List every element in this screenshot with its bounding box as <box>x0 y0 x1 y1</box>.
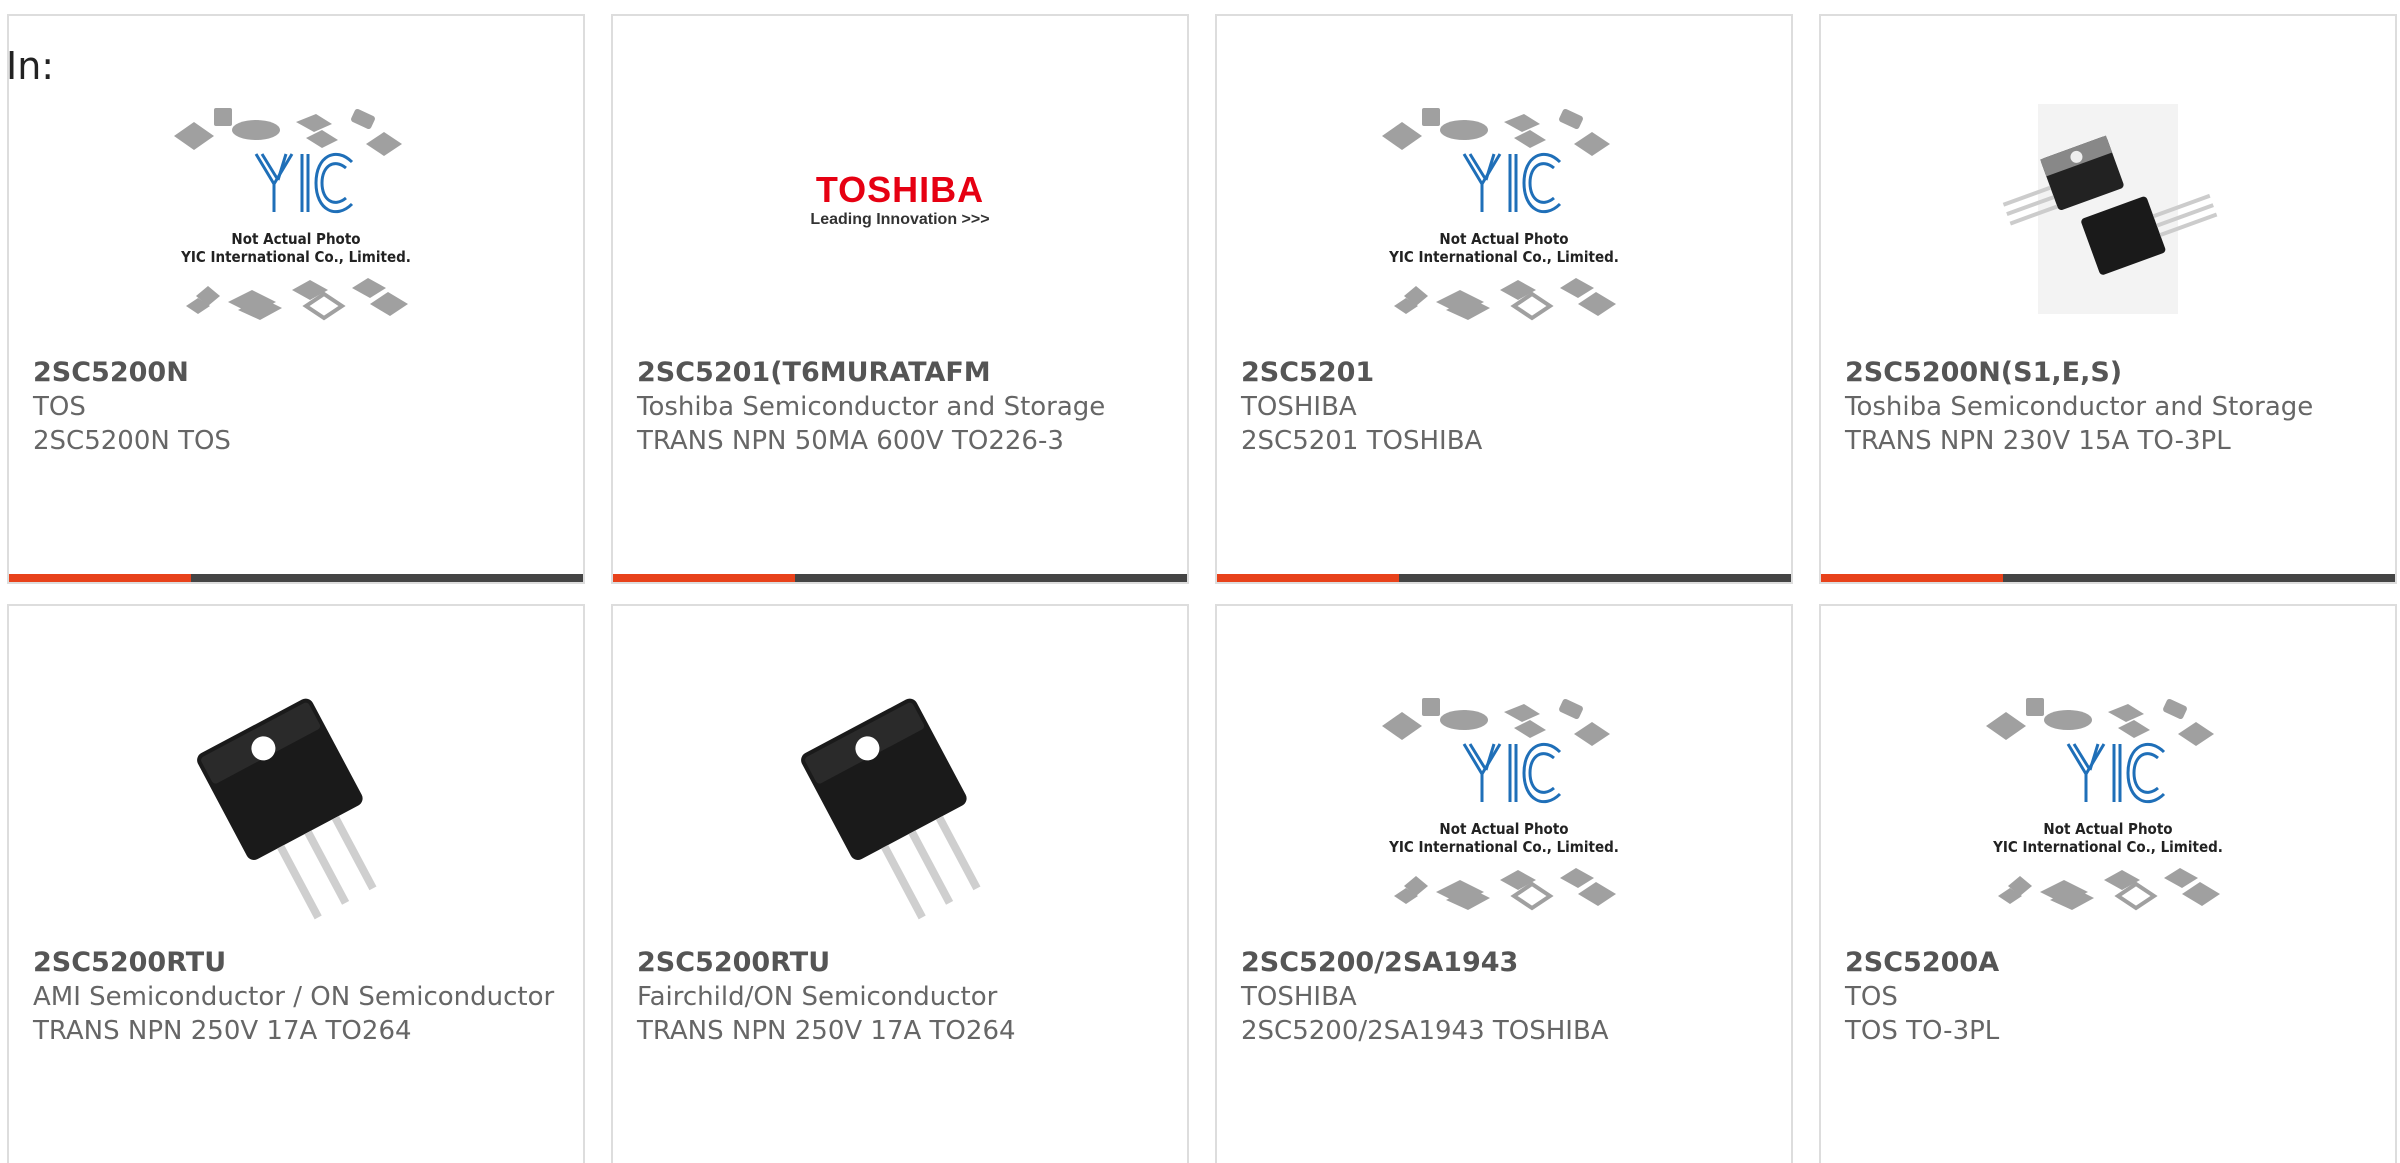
card-accent-bar <box>613 574 1187 582</box>
manufacturer-text: TOSHIBA <box>1241 392 1357 422</box>
card-accent-bar <box>1217 574 1791 582</box>
product-card[interactable]: TOSHIBA Leading Innovation >>> 2SC5201(T… <box>611 14 1189 584</box>
part-number-link[interactable]: 2SC5201(T6MURATAFM <box>637 356 1167 390</box>
placeholder-line1: Not Actual Photo <box>1439 820 1568 838</box>
product-card[interactable]: 2SC5200N(S1,E,S) Toshiba Semiconductor a… <box>1819 14 2397 584</box>
product-image[interactable] <box>1968 84 2248 334</box>
product-image[interactable]: Not Actual Photo YIC International Co., … <box>1968 674 2248 924</box>
product-card[interactable]: Not Actual Photo YIC International Co., … <box>1819 604 2397 1163</box>
product-image[interactable] <box>156 674 436 924</box>
toshiba-brand-text: TOSHIBA <box>816 169 984 210</box>
product-info: 2SC5200N(S1,E,S) Toshiba Semiconductor a… <box>1845 356 2375 458</box>
product-card[interactable]: Not Actual Photo YIC International Co., … <box>7 14 585 584</box>
card-accent-segment <box>1821 574 2003 582</box>
manufacturer-text: Fairchild/ON Semiconductor <box>637 982 998 1012</box>
product-card[interactable]: 2SC5200RTU AMI Semiconductor / ON Semico… <box>7 604 585 1163</box>
product-card[interactable]: Not Actual Photo YIC International Co., … <box>1215 604 1793 1163</box>
placeholder-line1: Not Actual Photo <box>2043 820 2172 838</box>
description-text: 2SC5201 TOSHIBA <box>1241 426 1483 456</box>
product-image[interactable]: Not Actual Photo YIC International Co., … <box>156 84 436 334</box>
part-number-link[interactable]: 2SC5200RTU <box>33 946 563 980</box>
manufacturer-text: AMI Semiconductor / ON Semiconductor <box>33 982 555 1012</box>
manufacturer-text: TOS <box>1845 982 1898 1012</box>
product-image[interactable]: TOSHIBA Leading Innovation >>> <box>760 84 1040 334</box>
card-accent-segment <box>9 574 191 582</box>
not-actual-photo-image: Not Actual Photo YIC International Co., … <box>174 108 411 321</box>
product-info: 2SC5200RTU Fairchild/ON Semiconductor TR… <box>637 946 1167 1048</box>
transistor-photo-image <box>801 698 981 920</box>
product-info: 2SC5201(T6MURATAFM Toshiba Semiconductor… <box>637 356 1167 458</box>
product-image[interactable]: Not Actual Photo YIC International Co., … <box>1364 674 1644 924</box>
product-info: 2SC5200A TOS TOS TO-3PL <box>1845 946 2375 1048</box>
placeholder-line2: YIC International Co., Limited. <box>1992 838 2223 856</box>
product-info: 2SC5200N TOS 2SC5200N TOS <box>33 356 563 458</box>
part-number-link[interactable]: 2SC5200RTU <box>637 946 1167 980</box>
card-accent-segment <box>1217 574 1399 582</box>
part-number-link[interactable]: 2SC5200A <box>1845 946 2375 980</box>
product-info: 2SC5201 TOSHIBA 2SC5201 TOSHIBA <box>1241 356 1771 458</box>
description-text: TRANS NPN 250V 17A TO264 <box>33 1016 412 1046</box>
product-image[interactable] <box>760 674 1040 924</box>
product-card[interactable]: Not Actual Photo YIC International Co., … <box>1215 14 1793 584</box>
description-text: TRANS NPN 250V 17A TO264 <box>637 1016 1016 1046</box>
placeholder-line2: YIC International Co., Limited. <box>180 248 411 266</box>
description-text: 2SC5200N TOS <box>33 426 231 456</box>
description-text: 2SC5200/2SA1943 TOSHIBA <box>1241 1016 1609 1046</box>
not-actual-photo-image: Not Actual Photo YIC International Co., … <box>1382 698 1619 911</box>
filter-label: In: <box>6 44 55 88</box>
description-text: TRANS NPN 230V 15A TO-3PL <box>1845 426 2231 456</box>
part-number-link[interactable]: 2SC5200N(S1,E,S) <box>1845 356 2375 390</box>
transistor-pair-photo-image <box>2002 104 2218 314</box>
placeholder-line2: YIC International Co., Limited. <box>1388 248 1619 266</box>
card-accent-segment <box>613 574 795 582</box>
not-actual-photo-image: Not Actual Photo YIC International Co., … <box>1382 108 1619 321</box>
manufacturer-text: TOS <box>33 392 86 422</box>
manufacturer-text: Toshiba Semiconductor and Storage <box>637 392 1106 422</box>
product-image[interactable]: Not Actual Photo YIC International Co., … <box>1364 84 1644 334</box>
description-text: TRANS NPN 50MA 600V TO226-3 <box>637 426 1064 456</box>
toshiba-logo-image: TOSHIBA Leading Innovation >>> <box>810 169 989 228</box>
placeholder-line1: Not Actual Photo <box>231 230 360 248</box>
manufacturer-text: Toshiba Semiconductor and Storage <box>1845 392 2314 422</box>
part-number-link[interactable]: 2SC5200N <box>33 356 563 390</box>
description-text: TOS TO-3PL <box>1845 1016 2000 1046</box>
toshiba-tagline-text: Leading Innovation >>> <box>810 211 989 228</box>
transistor-photo-image <box>197 698 377 920</box>
product-info: 2SC5200/2SA1943 TOSHIBA 2SC5200/2SA1943 … <box>1241 946 1771 1048</box>
part-number-link[interactable]: 2SC5201 <box>1241 356 1771 390</box>
not-actual-photo-image: Not Actual Photo YIC International Co., … <box>1986 698 2223 911</box>
product-info: 2SC5200RTU AMI Semiconductor / ON Semico… <box>33 946 563 1048</box>
card-accent-bar <box>9 574 583 582</box>
manufacturer-text: TOSHIBA <box>1241 982 1357 1012</box>
placeholder-line2: YIC International Co., Limited. <box>1388 838 1619 856</box>
product-card[interactable]: 2SC5200RTU Fairchild/ON Semiconductor TR… <box>611 604 1189 1163</box>
card-accent-bar <box>1821 574 2395 582</box>
part-number-link[interactable]: 2SC5200/2SA1943 <box>1241 946 1771 980</box>
placeholder-line1: Not Actual Photo <box>1439 230 1568 248</box>
